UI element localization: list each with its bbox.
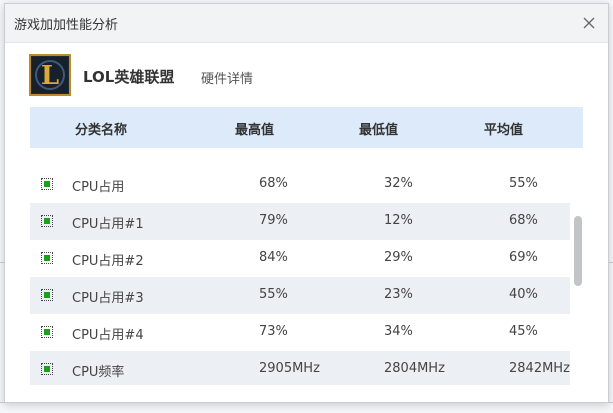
row-min-value: 29% xyxy=(384,250,413,265)
table-row[interactable]: CPU占用#1 79% 12% 68% xyxy=(30,203,570,240)
table-row[interactable]: CPU占用 68% 32% 55% xyxy=(30,166,570,203)
performance-analysis-dialog: 游戏加加性能分析 L LOL英雄联盟 硬件详情 分类名称 最高值 最低值 平均值… xyxy=(4,3,609,403)
row-checkbox[interactable] xyxy=(41,252,53,264)
table-row[interactable]: CPU占用#4 73% 34% 45% xyxy=(30,314,570,351)
close-icon xyxy=(583,17,595,29)
row-checkbox[interactable] xyxy=(41,326,53,338)
checkbox-check-icon xyxy=(44,329,50,335)
lol-logo-icon: L xyxy=(32,57,68,93)
row-checkbox[interactable] xyxy=(41,289,53,301)
table-header: 分类名称 最高值 最低值 平均值 xyxy=(30,107,583,148)
row-checkbox[interactable] xyxy=(41,363,53,375)
row-max-value: 79% xyxy=(259,213,288,228)
row-category-name: CPU占用#3 xyxy=(72,291,144,306)
table-row[interactable]: CPU频率 2905MHz 2804MHz 2842MHz xyxy=(30,351,570,385)
table-row[interactable]: CPU占用#2 84% 29% 69% xyxy=(30,240,570,277)
header-avg: 平均值 xyxy=(484,123,524,138)
row-category-name: CPU占用#4 xyxy=(72,328,144,343)
header-max: 最高值 xyxy=(235,123,275,138)
dialog-titlebar[interactable]: 游戏加加性能分析 xyxy=(5,4,608,43)
row-max-value: 2905MHz xyxy=(259,361,320,376)
row-avg-value: 2842MHz xyxy=(509,361,570,376)
row-category-name: CPU频率 xyxy=(72,365,125,380)
header-category: 分类名称 xyxy=(75,123,128,138)
table-body[interactable]: CPU占用 68% 32% 55% CPU占用#1 79% 12% 68% CPU占用#2 84%… xyxy=(30,148,570,385)
dialog-title: 游戏加加性能分析 xyxy=(14,18,119,33)
row-avg-value: 68% xyxy=(509,213,538,228)
row-min-value: 23% xyxy=(384,287,413,302)
row-max-value: 73% xyxy=(259,324,288,339)
table-row[interactable]: CPU占用#3 55% 23% 40% xyxy=(30,277,570,314)
stats-table: 分类名称 最高值 最低值 平均值 CPU占用 68% 32% 55% CPU占用#1 79… xyxy=(30,107,583,385)
row-min-value: 12% xyxy=(384,213,413,228)
scrollbar[interactable] xyxy=(571,148,583,385)
close-button[interactable] xyxy=(578,12,600,34)
row-max-value: 84% xyxy=(259,250,288,265)
row-min-value: 2804MHz xyxy=(384,361,445,376)
hardware-details-label: 硬件详情 xyxy=(201,72,254,87)
row-checkbox[interactable] xyxy=(41,215,53,227)
header-min: 最低值 xyxy=(359,123,399,138)
row-max-value: 55% xyxy=(259,287,288,302)
row-avg-value: 40% xyxy=(509,287,538,302)
row-max-value: 68% xyxy=(259,176,288,191)
svg-text:L: L xyxy=(41,61,59,91)
row-min-value: 32% xyxy=(384,176,413,191)
checkbox-check-icon xyxy=(44,218,50,224)
row-avg-value: 69% xyxy=(509,250,538,265)
row-category-name: CPU占用 xyxy=(72,180,125,195)
row-avg-value: 45% xyxy=(509,324,538,339)
row-min-value: 34% xyxy=(384,324,413,339)
row-category-name: CPU占用#1 xyxy=(72,217,144,232)
game-header: L LOL英雄联盟 硬件详情 xyxy=(29,54,589,98)
checkbox-check-icon xyxy=(44,181,50,187)
checkbox-check-icon xyxy=(44,366,50,372)
game-logo: L xyxy=(29,54,71,96)
row-avg-value: 55% xyxy=(509,176,538,191)
checkbox-check-icon xyxy=(44,292,50,298)
checkbox-check-icon xyxy=(44,255,50,261)
game-name: LOL英雄联盟 xyxy=(83,68,175,86)
row-category-name: CPU占用#2 xyxy=(72,254,144,269)
row-checkbox[interactable] xyxy=(41,178,53,190)
scrollbar-thumb[interactable] xyxy=(574,216,582,286)
